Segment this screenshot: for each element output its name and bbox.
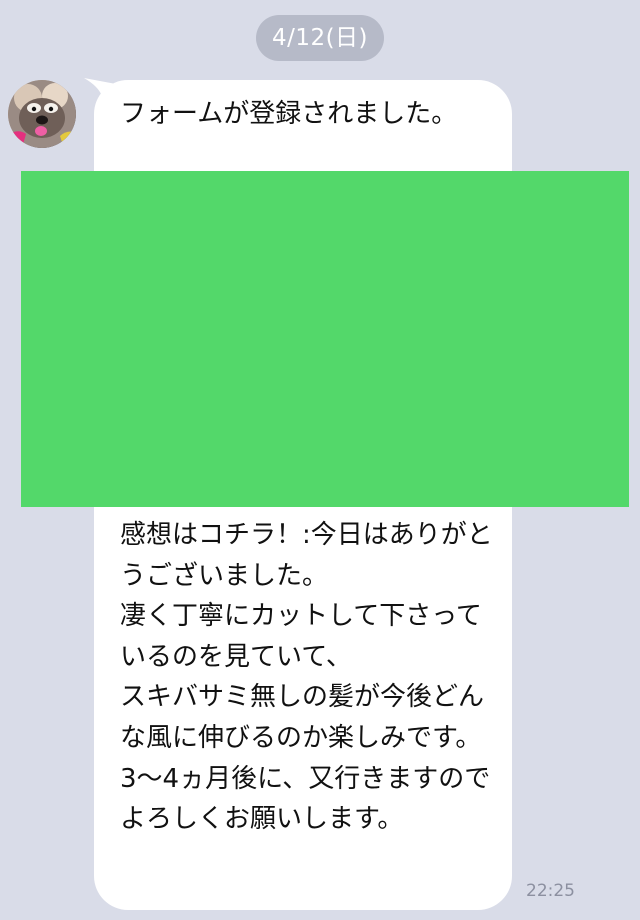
sender-avatar[interactable]: [8, 80, 76, 148]
message-text-top: フォームが登録されました。: [120, 99, 458, 129]
message-text-bottom: 感想はコチラ！:今日はありがとうございました。 凄く丁寧にカットして下さっている…: [120, 520, 493, 835]
dog-avatar-icon: [8, 80, 76, 148]
message-timestamp: 22:25: [526, 881, 575, 901]
date-separator: 4/12(日): [256, 15, 384, 61]
redaction-block: [21, 171, 629, 507]
